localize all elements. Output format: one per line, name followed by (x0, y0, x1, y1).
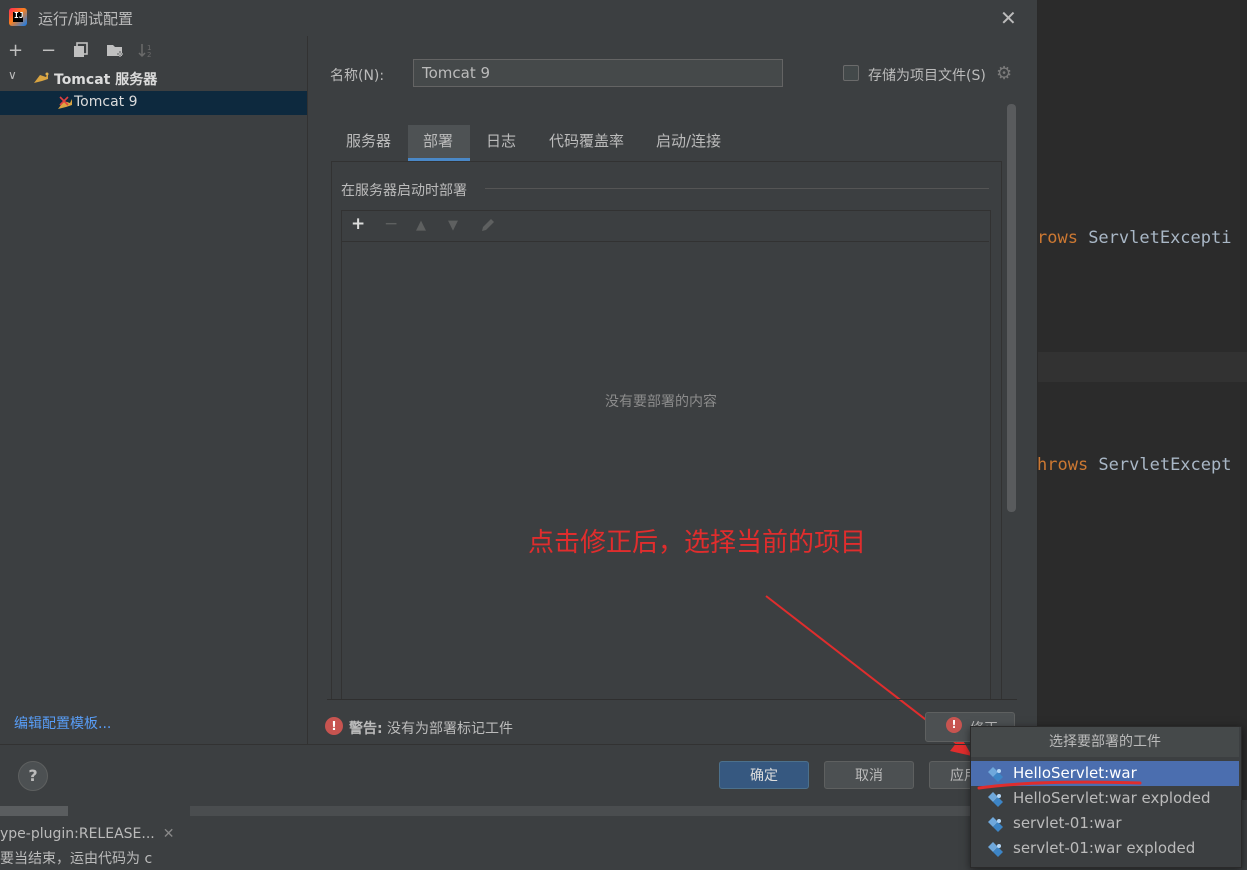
tomcat-icon (32, 71, 49, 85)
ok-button[interactable]: 确定 (719, 761, 809, 789)
dialog-title: 运行/调试配置 (38, 10, 134, 28)
artifact-icon (987, 816, 1003, 832)
chevron-down-icon[interactable]: ∨ (8, 68, 17, 82)
move-down-icon[interactable]: ▼ (448, 218, 458, 233)
annotation-underline (977, 780, 1142, 790)
artifact-icon (987, 841, 1003, 857)
tree-child-label: Tomcat 9 (74, 94, 138, 110)
status-text: 要当结束，运由代码为 c (0, 851, 153, 867)
tab-coverage[interactable]: 代码覆盖率 (534, 125, 639, 161)
code-line-1: rows ServletExcepti (1037, 228, 1231, 248)
new-folder-icon[interactable] (106, 42, 124, 58)
annotation-text: 点击修正后，选择当前的项目 (528, 528, 867, 558)
popup-item-label: servlet-01:war (1013, 814, 1122, 832)
tree-node-tomcat-server[interactable]: ∨ Tomcat 服务器 (0, 66, 307, 90)
edit-pencil-icon[interactable] (480, 217, 496, 233)
editor-highlight-band (1037, 352, 1247, 382)
tree-node-tomcat-9[interactable]: Tomcat 9 (0, 91, 307, 115)
add-artifact-button[interactable]: + (351, 214, 365, 234)
sort-icon[interactable]: 12 (138, 42, 156, 58)
help-button[interactable]: ? (18, 761, 48, 791)
code-keyword: hrows (1037, 455, 1089, 475)
add-config-button[interactable]: + (8, 40, 23, 61)
store-as-project-file-label[interactable]: 存储为项目文件(S) (868, 65, 986, 85)
warning-divider (327, 699, 1017, 700)
vertical-scrollbar[interactable] (1007, 104, 1016, 512)
empty-deployment-text: 没有要部署的内容 (605, 394, 717, 410)
remove-artifact-button[interactable]: − (384, 214, 398, 234)
svg-text:2: 2 (147, 51, 151, 58)
code-keyword: rows (1037, 228, 1078, 248)
popup-item[interactable]: servlet-01:war (971, 811, 1239, 836)
close-tab-icon[interactable]: ✕ (163, 826, 175, 842)
tab-deployment[interactable]: 部署 (408, 125, 470, 161)
popup-item-label: servlet-01:war exploded (1013, 839, 1196, 857)
plugin-tab-label: ype-plugin:RELEASE... (0, 826, 155, 842)
gear-icon[interactable]: ⚙ (996, 63, 1012, 84)
code-line-2: hrows ServletExcept (1037, 455, 1231, 475)
dialog-titlebar (0, 0, 1037, 36)
copy-icon[interactable] (73, 42, 89, 58)
horizontal-scrollbar-track[interactable] (190, 806, 970, 816)
tomcat-config-icon (56, 95, 72, 109)
close-icon[interactable]: ✕ (1000, 6, 1017, 30)
config-tree-panel (0, 36, 308, 744)
warning-message: 没有为部署标记工件 (382, 721, 514, 737)
move-up-icon[interactable]: ▲ (416, 218, 426, 233)
name-label: 名称(N): (330, 68, 385, 84)
error-icon: ! (325, 717, 343, 735)
deployment-list-toolbar (342, 211, 989, 242)
remove-config-button[interactable]: − (41, 40, 56, 61)
plugin-tab[interactable]: ype-plugin:RELEASE... ✕ (0, 826, 174, 850)
code-text: ServletExcept (1088, 455, 1232, 475)
popup-item[interactable]: servlet-01:war exploded (971, 836, 1239, 861)
warning-text: 警告: 没有为部署标记工件 (349, 718, 513, 738)
tree-root-label: Tomcat 服务器 (54, 72, 158, 88)
intellij-app-icon: IJ (9, 8, 27, 26)
code-text: ServletExcepti (1077, 228, 1232, 248)
deploy-section-title: 在服务器启动时部署 (341, 183, 467, 199)
section-divider (485, 188, 989, 189)
warning-prefix: 警告: (349, 721, 383, 737)
footer-separator (0, 744, 1037, 745)
tab-startup-connection[interactable]: 启动/连接 (641, 125, 741, 161)
name-input[interactable]: Tomcat 9 (413, 59, 783, 87)
background-code-editor: rows ServletExcepti hrows ServletExcept (1037, 0, 1247, 800)
tab-server[interactable]: 服务器 (331, 125, 406, 161)
artifact-icon (987, 791, 1003, 807)
tab-logs[interactable]: 日志 (471, 125, 531, 161)
horizontal-scrollbar-thumb[interactable] (0, 806, 68, 816)
edit-templates-link[interactable]: 编辑配置模板... (14, 713, 111, 733)
store-as-project-file-checkbox[interactable] (843, 65, 859, 81)
popup-title: 选择要部署的工件 (971, 727, 1239, 757)
cancel-button[interactable]: 取消 (824, 761, 914, 789)
fix-error-icon: ! (946, 717, 962, 733)
